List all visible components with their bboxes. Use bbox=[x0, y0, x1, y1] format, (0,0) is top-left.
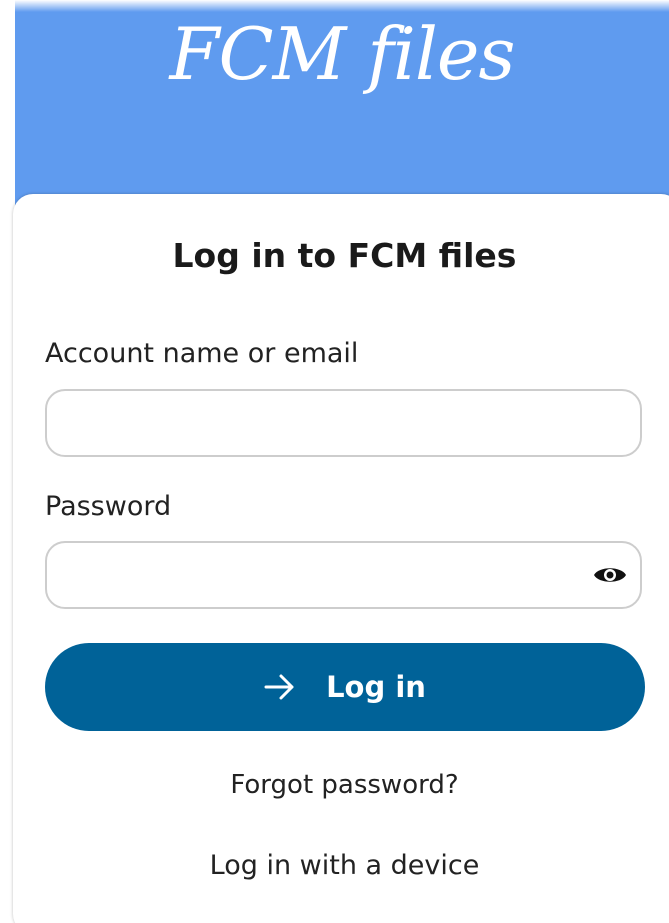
password-label: Password bbox=[45, 491, 172, 522]
device-login-link[interactable]: Log in with a device bbox=[0, 850, 669, 881]
login-button[interactable]: Log in bbox=[45, 643, 645, 731]
login-button-label: Log in bbox=[326, 670, 426, 704]
account-input[interactable] bbox=[45, 389, 642, 457]
login-page: FCM files Log in to FCM files Account na… bbox=[0, 0, 669, 923]
login-title: Log in to FCM files bbox=[172, 236, 517, 275]
account-label: Account name or email bbox=[45, 338, 359, 369]
password-input[interactable] bbox=[45, 541, 642, 609]
forgot-password-link[interactable]: Forgot password? bbox=[0, 770, 669, 800]
logo: FCM files bbox=[169, 12, 516, 96]
arrow-right-icon bbox=[264, 674, 294, 700]
eye-icon[interactable] bbox=[593, 563, 627, 587]
